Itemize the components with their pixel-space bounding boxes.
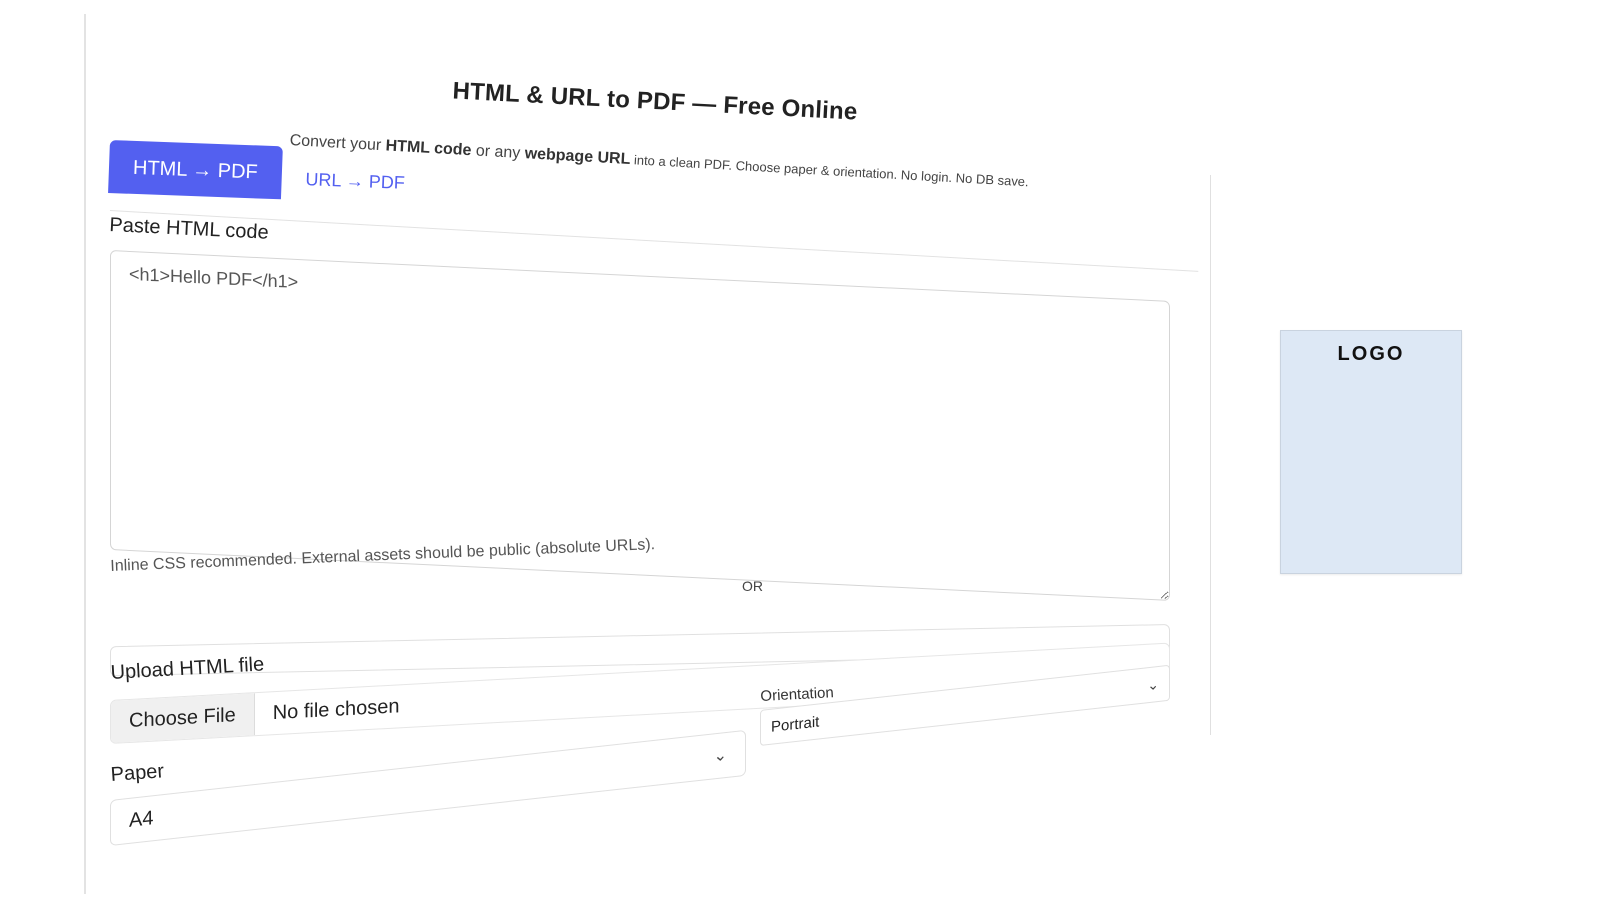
- paper-select[interactable]: A4 ⌄: [110, 729, 746, 846]
- subtitle-text-4: No login. No DB save.: [896, 167, 1030, 190]
- subtitle-text-2: or any: [470, 142, 526, 163]
- chevron-down-icon: ⌄: [713, 746, 727, 766]
- paper-value: A4: [129, 806, 154, 832]
- converter-panel: HTML & URL to PDF — Free Online Convert …: [108, 77, 1200, 888]
- paper-label: Paper: [110, 760, 165, 786]
- file-status-text: No file chosen: [272, 694, 400, 724]
- right-divider: [1210, 175, 1211, 735]
- page: HTML & URL to PDF — Free Online Convert …: [0, 0, 1600, 900]
- mode-tabs: HTML → PDF URL → PDF: [108, 140, 430, 205]
- tab-html-to-pdf[interactable]: HTML → PDF: [108, 140, 283, 200]
- or-divider-text: OR: [742, 578, 763, 594]
- tab-url-to-pdf[interactable]: URL → PDF: [281, 158, 430, 204]
- logo-placeholder: LOGO: [1280, 330, 1462, 574]
- subtitle-bold-url: webpage URL: [524, 145, 631, 169]
- choose-file-button[interactable]: Choose File: [111, 693, 255, 743]
- chevron-down-icon: ⌄: [1147, 675, 1159, 693]
- subtitle-text-3: into a clean PDF. Choose paper & orienta…: [629, 152, 898, 183]
- left-divider: [84, 14, 86, 894]
- logo-text: LOGO: [1337, 343, 1405, 365]
- orientation-value: Portrait: [771, 712, 820, 736]
